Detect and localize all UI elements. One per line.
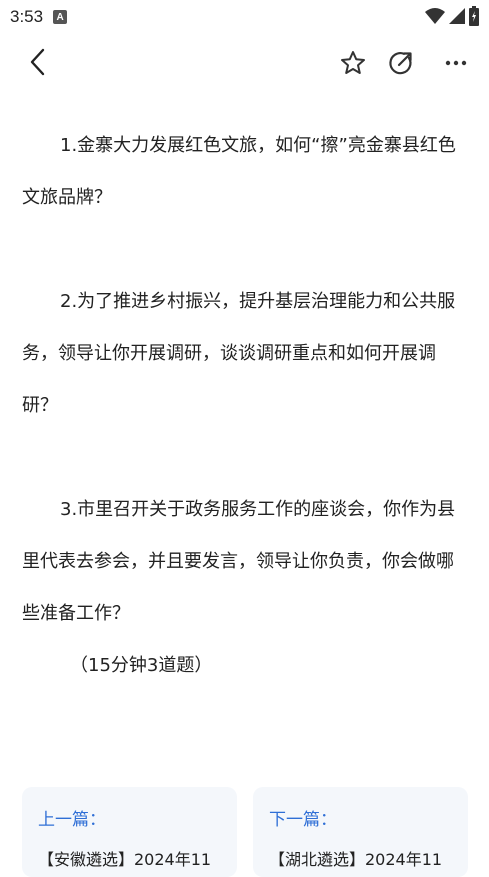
favorite-button[interactable]	[333, 43, 373, 83]
next-article-card[interactable]: 下一篇： 【湖北遴选】2024年11	[253, 787, 468, 877]
more-button[interactable]	[436, 43, 476, 83]
next-article-label: 下一篇：	[269, 810, 337, 830]
star-icon	[341, 51, 365, 74]
status-icons	[425, 6, 479, 26]
question-2: 2.为了推进乡村振兴，提升基层治理能力和公共服务，领导让你开展调研，谈谈调研重点…	[22, 291, 456, 416]
wifi-icon	[425, 8, 445, 24]
article-content: 1.金寨大力发展红色文旅，如何“擦”亮金寨县红色文旅品牌？ 2.为了推进乡村振兴…	[22, 120, 470, 692]
nav-bar	[0, 34, 489, 90]
notification-icon: A	[53, 10, 68, 24]
back-icon	[30, 48, 45, 76]
back-button[interactable]	[18, 42, 58, 82]
prev-article-title: 【安徽遴选】2024年11	[38, 850, 212, 869]
status-time: 3:53	[10, 7, 44, 26]
prev-article-label: 上一篇：	[38, 810, 106, 830]
prev-article-card[interactable]: 上一篇： 【安徽遴选】2024年11	[22, 787, 237, 877]
status-bar: 3:53 A	[0, 0, 489, 34]
share-icon	[389, 52, 412, 75]
related-articles: 上一篇： 【安徽遴选】2024年11 下一篇： 【湖北遴选】2024年11	[22, 787, 468, 877]
more-icon	[445, 60, 467, 66]
share-button[interactable]	[381, 43, 421, 83]
signal-icon	[449, 8, 465, 24]
next-article-title: 【湖北遴选】2024年11	[269, 850, 443, 869]
question-1: 1.金寨大力发展红色文旅，如何“擦”亮金寨县红色文旅品牌？	[22, 135, 456, 208]
question-3: 3.市里召开关于政务服务工作的座谈会，你作为县里代表去参会，并且要发言，领导让你…	[22, 499, 456, 624]
time-note: （15分钟3道题）	[70, 655, 213, 676]
battery-icon	[469, 6, 479, 26]
